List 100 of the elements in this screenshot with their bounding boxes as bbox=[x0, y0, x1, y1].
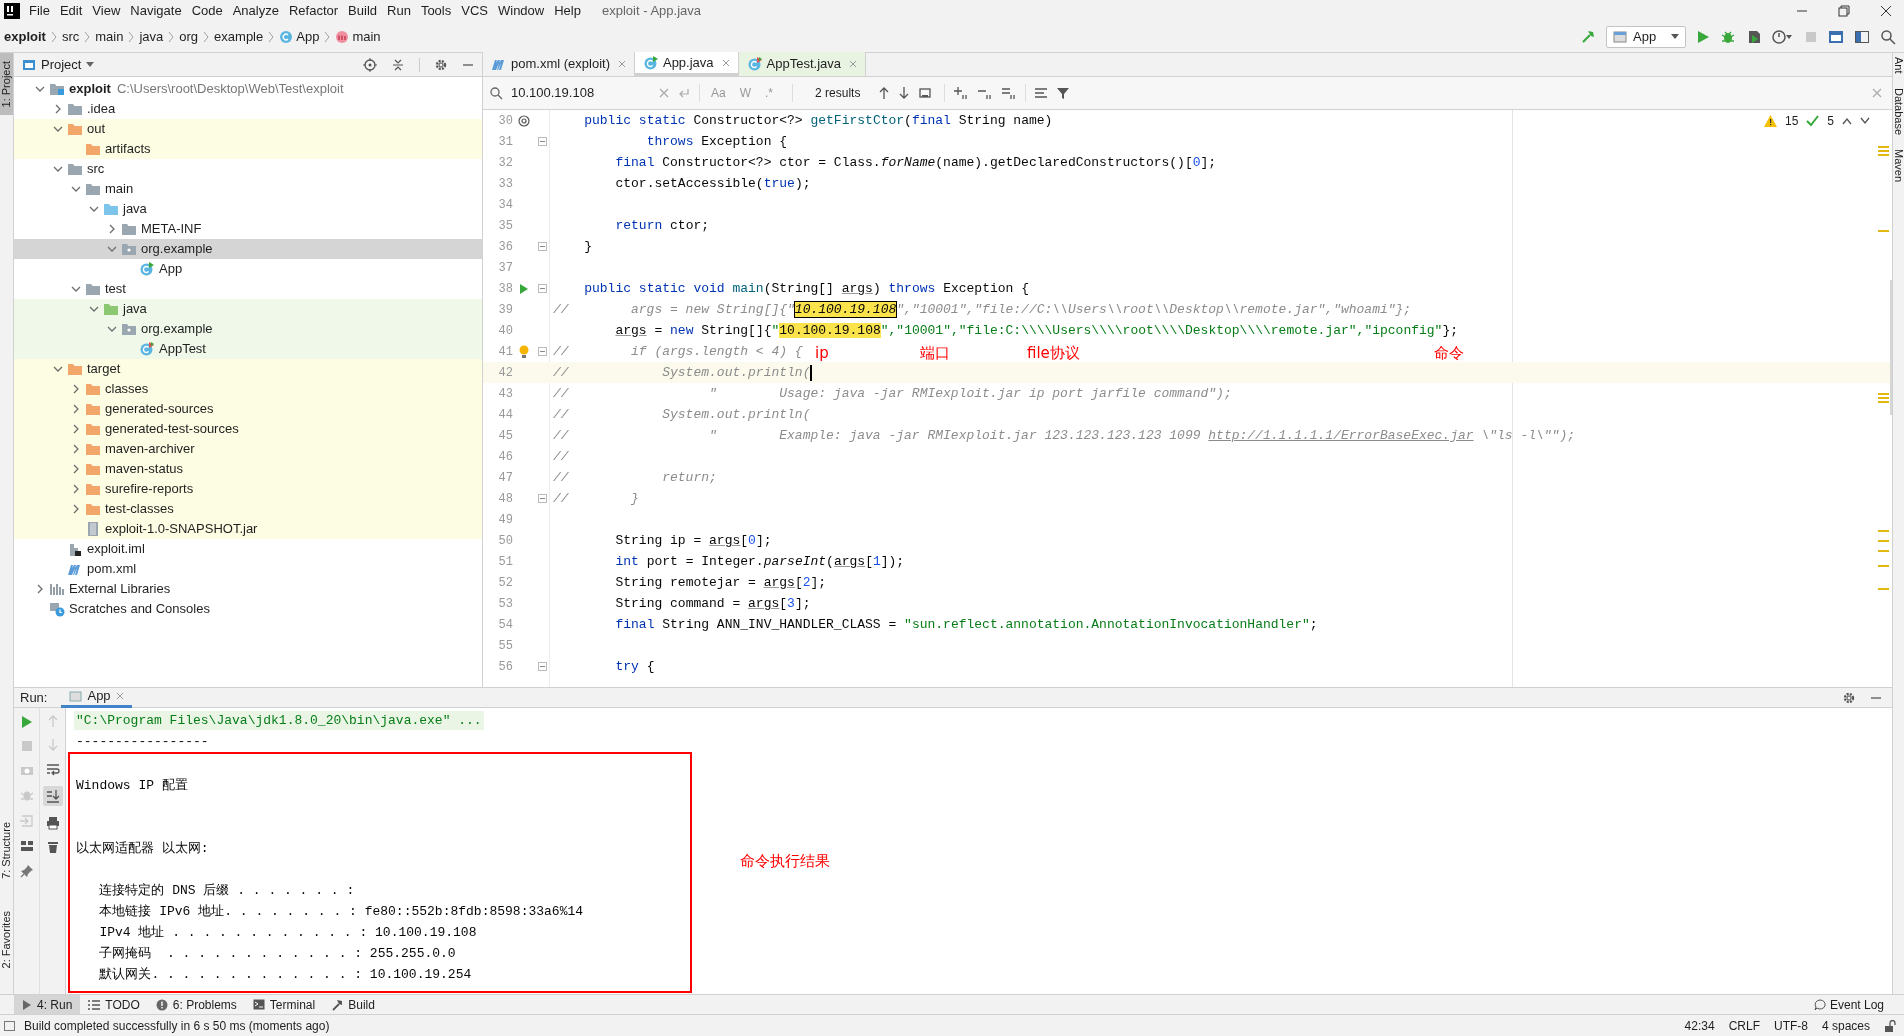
breadcrumb[interactable]: App bbox=[279, 27, 320, 47]
next-occurrence-icon[interactable] bbox=[898, 86, 911, 100]
menu-item[interactable]: Refactor bbox=[283, 1, 344, 21]
menu-item[interactable]: View bbox=[87, 1, 126, 21]
status-icon[interactable] bbox=[4, 1019, 16, 1032]
tree-item[interactable]: java bbox=[14, 299, 482, 319]
tool-window-tab[interactable]: Terminal bbox=[244, 994, 324, 1015]
run-icon[interactable] bbox=[1696, 30, 1710, 44]
menu-item[interactable]: Analyze bbox=[227, 1, 284, 21]
chevron-right-icon[interactable] bbox=[107, 224, 117, 234]
print-icon[interactable] bbox=[45, 816, 60, 830]
filter-icon[interactable] bbox=[1056, 86, 1071, 100]
chevron-down-icon[interactable] bbox=[1860, 117, 1870, 125]
tool-window-tab[interactable]: 4: Run bbox=[14, 994, 81, 1015]
close-icon[interactable] bbox=[1880, 5, 1892, 17]
tool-window-tab[interactable]: TODO bbox=[80, 994, 148, 1015]
chevron-down-icon[interactable] bbox=[53, 124, 63, 134]
chevron-right-icon[interactable] bbox=[71, 464, 81, 474]
tool-window-stripe-button[interactable]: Database bbox=[1892, 87, 1904, 135]
tree-item[interactable]: classes bbox=[14, 379, 482, 399]
breadcrumb[interactable]: src bbox=[61, 27, 80, 47]
coverage-icon[interactable] bbox=[1746, 29, 1762, 45]
scrollbar-thumb[interactable] bbox=[1890, 280, 1892, 415]
breadcrumb[interactable]: main bbox=[95, 27, 124, 47]
event-log-button[interactable]: Event Log bbox=[1813, 995, 1884, 1014]
editor-tab[interactable]: pom.xml (exploit) bbox=[483, 52, 635, 76]
chevron-right-icon[interactable] bbox=[35, 584, 45, 594]
chevron-right-icon[interactable] bbox=[71, 424, 81, 434]
typo-count[interactable]: 5 bbox=[1827, 112, 1834, 130]
tool-window-stripe-button[interactable]: Ant bbox=[1892, 57, 1904, 74]
chevron-down-icon[interactable] bbox=[35, 84, 45, 94]
locate-icon[interactable] bbox=[363, 57, 377, 72]
collapse-all-icon[interactable] bbox=[391, 57, 405, 72]
fold-marker-icon[interactable] bbox=[537, 284, 547, 293]
hammer-icon[interactable] bbox=[1580, 29, 1596, 45]
chevron-down-icon[interactable] bbox=[71, 184, 81, 194]
project-structure-icon[interactable] bbox=[1828, 29, 1844, 45]
chevron-down-icon[interactable] bbox=[89, 304, 99, 314]
tree-item[interactable]: org.example bbox=[14, 319, 482, 339]
tree-item[interactable]: AppTest bbox=[14, 339, 482, 359]
previous-occurrence-icon[interactable] bbox=[878, 86, 891, 100]
warning-count[interactable]: 15 bbox=[1784, 112, 1799, 130]
run-configuration-dropdown[interactable]: App bbox=[1606, 26, 1686, 48]
menu-item[interactable]: Help bbox=[549, 1, 586, 21]
fold-marker-icon[interactable] bbox=[537, 137, 547, 146]
tree-item[interactable]: org.example bbox=[14, 239, 482, 259]
profiler-icon[interactable] bbox=[1772, 29, 1794, 45]
run-tab[interactable]: App bbox=[61, 687, 132, 708]
breadcrumb[interactable]: org bbox=[179, 27, 199, 47]
lightbulb-icon[interactable] bbox=[519, 344, 529, 359]
chevron-right-icon[interactable] bbox=[71, 484, 81, 494]
menu-item[interactable]: Build bbox=[343, 1, 382, 21]
tree-item[interactable]: maven-status bbox=[14, 459, 482, 479]
tool-window-stripe-button[interactable]: 1: Project bbox=[0, 61, 13, 108]
menu-item[interactable]: Window bbox=[492, 1, 550, 21]
restore-icon[interactable] bbox=[1838, 5, 1850, 17]
settings-icon[interactable] bbox=[1842, 690, 1856, 705]
tree-item[interactable]: surefire-reports bbox=[14, 479, 482, 499]
tree-item[interactable]: test-classes bbox=[14, 499, 482, 519]
fold-marker-icon[interactable] bbox=[537, 347, 547, 356]
breadcrumb[interactable]: main bbox=[335, 27, 381, 47]
menu-item[interactable]: Edit bbox=[54, 1, 88, 21]
tree-item[interactable]: artifacts bbox=[14, 139, 482, 159]
layout-icon[interactable] bbox=[1854, 29, 1870, 45]
chevron-right-icon[interactable] bbox=[53, 104, 63, 114]
soft-wrap-icon[interactable] bbox=[45, 762, 60, 776]
run-icon[interactable] bbox=[20, 716, 33, 728]
fold-marker-icon[interactable] bbox=[537, 494, 547, 503]
toggle-occurrences-icon[interactable] bbox=[1001, 86, 1018, 100]
menu-item[interactable]: Tools bbox=[415, 1, 457, 21]
menu-item[interactable]: File bbox=[24, 1, 55, 21]
breadcrumb[interactable]: example bbox=[214, 27, 264, 47]
chevron-up-icon[interactable] bbox=[1842, 117, 1852, 125]
status-item[interactable]: 42:34 bbox=[1684, 1016, 1715, 1035]
settings-icon[interactable] bbox=[434, 57, 448, 72]
scroll-to-end-button[interactable] bbox=[42, 786, 63, 806]
tool-window-tab[interactable]: Build bbox=[323, 994, 383, 1015]
chevron-right-icon[interactable] bbox=[71, 504, 81, 514]
bug-icon[interactable] bbox=[1720, 29, 1736, 45]
tool-window-stripe-button[interactable]: 2: Favorites bbox=[0, 910, 13, 968]
tree-item[interactable]: out bbox=[14, 119, 482, 139]
status-item[interactable]: CRLF bbox=[1728, 1016, 1760, 1035]
new-line-icon[interactable] bbox=[677, 86, 691, 100]
breadcrumb[interactable]: java bbox=[139, 27, 164, 47]
chevron-down-icon[interactable] bbox=[89, 204, 99, 214]
search-icon[interactable] bbox=[1880, 29, 1896, 45]
search-icon[interactable] bbox=[489, 86, 503, 100]
chevron-down-icon[interactable] bbox=[53, 364, 63, 374]
menu-item[interactable]: VCS bbox=[456, 1, 493, 21]
chevron-right-icon[interactable] bbox=[71, 444, 81, 454]
layout-icon[interactable] bbox=[19, 840, 34, 852]
chevron-right-icon[interactable] bbox=[71, 404, 81, 414]
tree-item[interactable]: generated-sources bbox=[14, 399, 482, 419]
menu-item[interactable]: Code bbox=[186, 1, 228, 21]
status-item[interactable]: 4 spaces bbox=[1821, 1016, 1870, 1035]
caret-icon[interactable] bbox=[86, 61, 95, 68]
fold-marker-icon[interactable] bbox=[537, 662, 547, 671]
tree-item[interactable]: maven-archiver bbox=[14, 439, 482, 459]
tree-item[interactable]: target bbox=[14, 359, 482, 379]
editor-tab[interactable]: AppTest.java bbox=[738, 52, 866, 76]
